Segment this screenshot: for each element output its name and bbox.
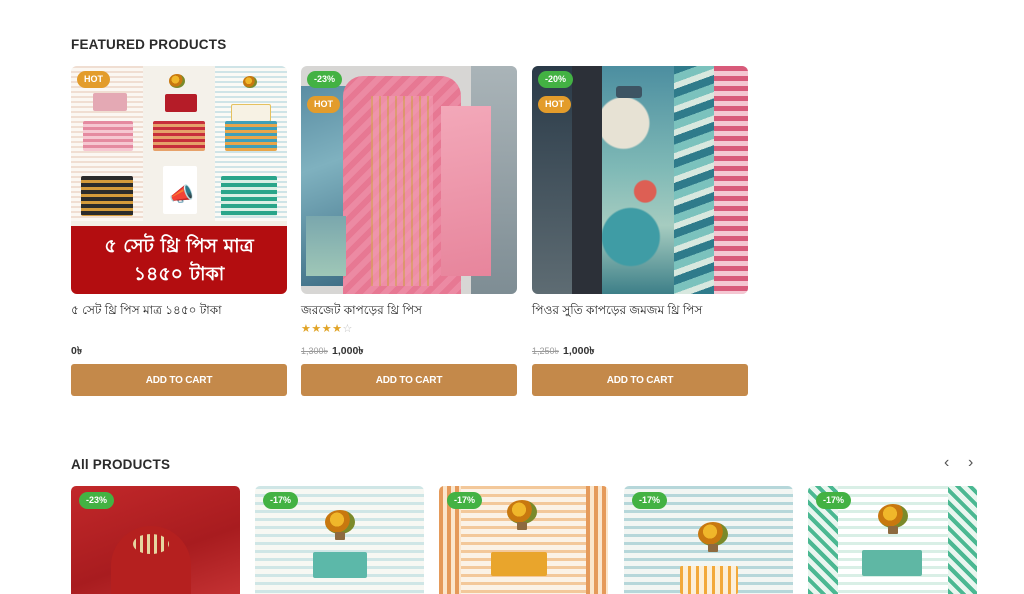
product-tile[interactable]: -17% xyxy=(255,486,424,594)
star-icon: ★ xyxy=(332,323,343,335)
star-empty-icon: ☆ xyxy=(342,323,353,335)
current-price: 1,000৳ xyxy=(563,345,595,357)
discount-badge: -20% xyxy=(538,71,574,88)
product-tile[interactable]: -23% xyxy=(71,486,240,594)
flower-decoration xyxy=(169,74,185,88)
product-card: -20% HOT পিওর সুতি কাপড়ের জমজম থ্রি পিস… xyxy=(532,66,748,396)
add-to-cart-button[interactable]: ADD TO CART xyxy=(301,364,517,396)
all-products-title: All PRODUCTS xyxy=(71,457,171,472)
vase-decoration xyxy=(888,526,898,534)
flower-decoration xyxy=(243,76,257,88)
old-price: 1,300৳ xyxy=(301,346,329,356)
product-image[interactable]: 📣 ৫ সেট থ্রি পিস মাত্র ১৪৫০ টাকা HOT xyxy=(71,66,287,294)
hot-badge: HOT xyxy=(307,96,340,113)
star-rating: ★★★★☆ xyxy=(301,322,353,335)
product-tile[interactable]: -17% xyxy=(624,486,793,594)
current-price: 1,000৳ xyxy=(332,345,364,357)
promo-banner-line: ৫ সেট থ্রি পিস মাত্র xyxy=(104,235,254,257)
old-price: 1,250৳ xyxy=(532,346,560,356)
product-name[interactable]: ৫ সেট থ্রি পিস মাত্র ১৪৫০ টাকা xyxy=(71,302,222,322)
chevron-right-icon[interactable]: › xyxy=(968,454,973,472)
promo-banner-line: ১৪৫০ টাকা xyxy=(133,263,225,285)
product-tile[interactable]: -17% xyxy=(808,486,977,594)
megaphone-icon: 📣 xyxy=(169,184,194,206)
featured-products-title: FEATURED PRODUCTS xyxy=(71,37,227,52)
add-to-cart-button[interactable]: ADD TO CART xyxy=(71,364,287,396)
flower-decoration xyxy=(698,522,728,546)
star-icon: ★ xyxy=(321,323,333,335)
current-price: 0৳ xyxy=(71,345,83,357)
product-price: 1,300৳ 1,000৳ xyxy=(301,344,364,361)
product-card: -23% HOT জরজেট কাপড়ের থ্রি পিস ★★★★☆ 1,… xyxy=(301,66,517,396)
product-name[interactable]: পিওর সুতি কাপড়ের জমজম থ্রি পিস xyxy=(532,302,702,322)
flower-decoration xyxy=(878,504,908,528)
discount-badge: -23% xyxy=(307,71,343,88)
discount-badge: -17% xyxy=(632,492,668,509)
chevron-left-icon[interactable]: ‹ xyxy=(944,454,949,472)
product-price: 0৳ xyxy=(71,344,82,361)
product-image[interactable]: -20% HOT xyxy=(532,66,748,294)
add-to-cart-button[interactable]: ADD TO CART xyxy=(532,364,748,396)
product-name[interactable]: জরজেট কাপড়ের থ্রি পিস xyxy=(301,302,422,322)
discount-badge: -23% xyxy=(79,492,115,509)
hot-badge: HOT xyxy=(538,96,571,113)
vase-decoration xyxy=(517,522,527,530)
discount-badge: -17% xyxy=(816,492,852,509)
hot-badge: HOT xyxy=(77,71,110,88)
flower-decoration xyxy=(507,500,537,524)
product-price: 1,250৳ 1,000৳ xyxy=(532,344,595,361)
product-tile[interactable]: -17% xyxy=(439,486,608,594)
vase-decoration xyxy=(708,544,718,552)
product-image[interactable]: -23% HOT xyxy=(301,66,517,294)
discount-badge: -17% xyxy=(447,492,483,509)
vase-decoration xyxy=(335,532,345,540)
promo-banner: ৫ সেট থ্রি পিস মাত্র ১৪৫০ টাকা xyxy=(71,226,287,294)
discount-badge: -17% xyxy=(263,492,299,509)
star-icon: ★ xyxy=(311,323,322,335)
product-card: 📣 ৫ সেট থ্রি পিস মাত্র ১৪৫০ টাকা HOT ৫ স… xyxy=(71,66,287,396)
star-icon: ★ xyxy=(301,323,312,335)
flower-decoration xyxy=(325,510,355,534)
